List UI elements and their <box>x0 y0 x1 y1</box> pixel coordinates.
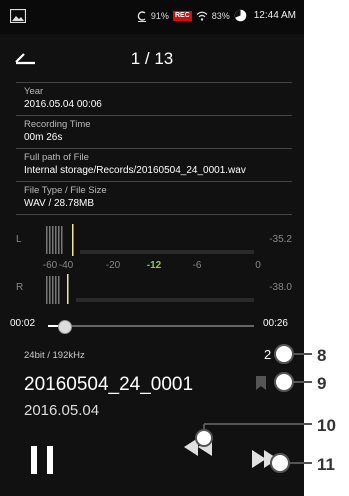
info-value: Internal storage/Records/20160504_24_000… <box>24 165 246 176</box>
info-value: 2016.05.04 00:06 <box>24 99 102 110</box>
callout-9: 9 <box>317 374 326 393</box>
status-indicators: 91% REC 83% 12:44 AM <box>137 9 296 22</box>
info-row-recording-time: Recording Time 00m 26s <box>16 116 292 149</box>
right-meter-bars <box>46 274 254 304</box>
total-time: 00:26 <box>262 318 288 329</box>
callout-8: 8 <box>317 346 326 365</box>
file-date: 2016.05.04 <box>24 402 100 419</box>
info-row-file-path: Full path of File Internal storage/Recor… <box>16 149 292 182</box>
seek-bar[interactable] <box>48 320 254 334</box>
info-value: WAV / 28.78MB <box>24 198 95 209</box>
pause-button[interactable] <box>31 446 53 474</box>
scale-tick: -60 <box>43 260 58 271</box>
pause-bar-left <box>31 446 37 474</box>
header: 1 / 13 <box>0 34 304 84</box>
info-label: Year <box>24 86 44 97</box>
rec-badge: REC <box>172 10 192 21</box>
level-meter: L -35.2 -60 -40 -20 -12 -6 0 R -38.0 <box>16 224 292 304</box>
left-channel-label: L <box>16 234 22 245</box>
bitrate-label: 24bit / 192kHz <box>24 350 85 361</box>
scale-tick: 0 <box>255 260 261 271</box>
left-meter-bars <box>46 224 254 256</box>
callout-11: 11 <box>317 455 335 474</box>
info-value: 00m 26s <box>24 132 63 143</box>
battery-icon <box>234 9 247 22</box>
file-info-list: Year 2016.05.04 00:06 Recording Time 00m… <box>16 82 292 215</box>
scale-tick: -20 <box>106 260 121 271</box>
pause-bar-right <box>47 446 53 474</box>
seek-bar-row: 00:02 00:26 <box>0 308 304 338</box>
info-label: Full path of File <box>24 152 89 163</box>
page-title: 1 / 13 <box>130 49 174 68</box>
callout-10: 10 <box>317 416 336 435</box>
info-label: File Type / File Size <box>24 185 107 196</box>
wifi-percent: 83% <box>211 10 230 21</box>
status-bar: 91% REC 83% 12:44 AM <box>0 0 304 34</box>
info-row-file-type: File Type / File Size WAV / 28.78MB <box>16 182 292 215</box>
right-channel-label: R <box>16 282 23 293</box>
info-label: Recording Time <box>24 119 91 130</box>
scale-tick-highlight: -12 <box>147 260 162 271</box>
sync-icon <box>137 10 146 22</box>
file-name: 20160504_24_0001 <box>24 374 194 395</box>
info-row-year: Year 2016.05.04 00:06 <box>16 82 292 116</box>
clock: 12:44 AM <box>253 10 296 21</box>
scale-tick: -6 <box>193 260 202 271</box>
player-screen: 91% REC 83% 12:44 AM 1 / 13 Year 2016.05… <box>0 0 304 496</box>
wifi-icon <box>196 11 208 21</box>
battery-percent: 91% <box>150 10 169 21</box>
scale-tick: -40 <box>59 260 74 271</box>
current-time: 00:02 <box>10 318 36 329</box>
meter-scale: -60 -40 -20 -12 -6 0 <box>43 260 261 271</box>
left-peak-value: -35.2 <box>269 234 292 245</box>
seek-knob[interactable] <box>58 320 72 334</box>
right-peak-value: -38.0 <box>269 282 292 293</box>
gallery-icon <box>10 9 26 23</box>
